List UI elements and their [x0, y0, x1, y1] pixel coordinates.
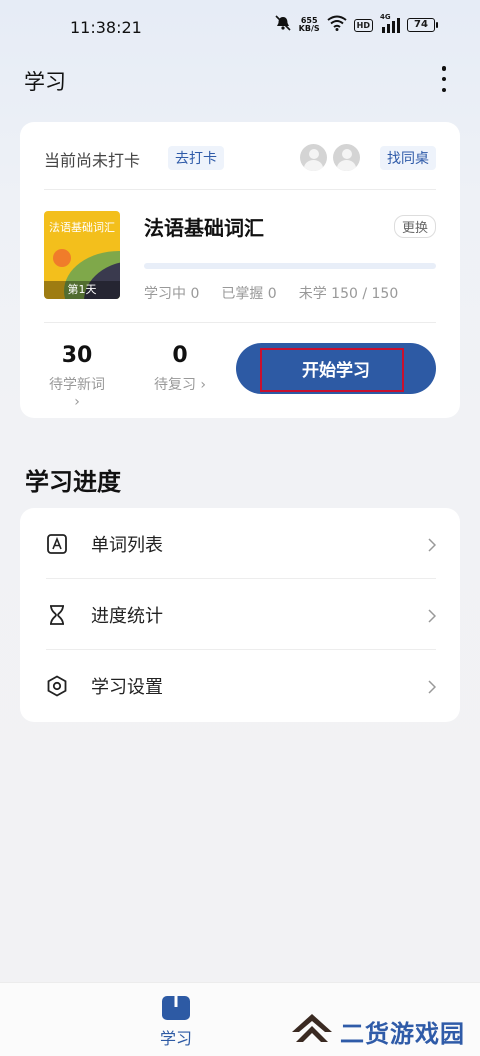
highlight-box — [260, 348, 404, 392]
status-time: 11:38:21 — [70, 18, 142, 37]
letter-a-box-icon — [46, 533, 68, 555]
watermark-text: 二货游戏园 — [340, 1019, 465, 1048]
review-count[interactable]: 0 待复习 › — [150, 342, 210, 394]
tab-study[interactable]: 学习 — [148, 995, 204, 1049]
net-speed: 655 KB/S — [299, 17, 320, 33]
book-progress-bar — [144, 263, 436, 269]
menu-item-label: 单词列表 — [91, 535, 163, 556]
progress-menu: 单词列表 进度统计 学习设置 — [20, 508, 460, 722]
stat-mastered: 已掌握 0 — [221, 286, 277, 302]
cover-title: 法语基础词汇 — [49, 221, 115, 234]
stat-unlearned: 未学 150 / 150 — [298, 286, 399, 302]
menu-item-study-settings[interactable]: 学习设置 — [20, 650, 460, 721]
chevron-right-icon — [428, 679, 437, 694]
book-cover[interactable]: 法语基础词汇 第1天 — [44, 211, 120, 299]
menu-item-word-list[interactable]: 单词列表 — [20, 508, 460, 579]
menu-item-label: 进度统计 — [91, 606, 163, 627]
wifi-icon — [327, 15, 347, 35]
chevron-right-icon — [428, 537, 437, 552]
review-value: 0 — [172, 343, 188, 368]
more-options-button[interactable] — [438, 66, 450, 92]
battery-level: 74 — [407, 18, 435, 32]
review-label: 待复习 › — [153, 377, 207, 393]
watermark-logo-icon — [290, 1012, 334, 1050]
app-header: 学习 — [0, 62, 480, 98]
status-bar: 11:38:21 655 KB/S HD 4G 74 — [0, 0, 480, 50]
hd-badge: HD — [353, 18, 373, 32]
new-words-label: 待学新词 › — [49, 377, 105, 410]
battery-icon: 74 — [407, 18, 438, 32]
checkin-button[interactable]: 去打卡 — [168, 146, 224, 170]
hexagon-settings-icon — [46, 675, 68, 697]
cover-sun — [53, 249, 71, 267]
book-stats: 学习中 0 已掌握 0 未学 150 / 150 — [144, 283, 398, 303]
divider — [44, 189, 436, 190]
deskmate-avatars[interactable] — [300, 144, 360, 171]
book-title: 法语基础词汇 — [144, 216, 264, 240]
signal-icon: 4G — [380, 13, 400, 33]
book-icon — [148, 995, 204, 1021]
watermark: 二货游戏园 — [290, 1012, 465, 1050]
hourglass-icon — [46, 604, 68, 626]
section-title: 学习进度 — [25, 468, 121, 496]
find-deskmate-button[interactable]: 找同桌 — [380, 146, 436, 170]
net-speed-unit: KB/S — [298, 24, 320, 33]
cover-day-label: 第1天 — [44, 281, 120, 299]
page-title: 学习 — [24, 70, 66, 94]
divider — [44, 322, 436, 323]
menu-item-progress-stats[interactable]: 进度统计 — [20, 579, 460, 650]
checkin-status: 当前尚未打卡 — [44, 151, 141, 170]
avatar[interactable] — [300, 144, 327, 171]
menu-item-label: 学习设置 — [91, 677, 163, 698]
mute-bell-icon — [274, 15, 292, 35]
tab-label: 学习 — [159, 1029, 192, 1048]
status-icons: 655 KB/S HD 4G 74 — [274, 13, 438, 35]
stat-learning: 学习中 0 — [144, 286, 200, 302]
avatar[interactable] — [333, 144, 360, 171]
change-book-button[interactable]: 更换 — [393, 215, 436, 238]
checkin-row: 当前尚未打卡 去打卡 找同桌 — [44, 144, 436, 172]
study-card: 当前尚未打卡 去打卡 找同桌 法语基础词汇 第1天 法语基础词汇 更换 学习中 … — [20, 122, 460, 418]
new-words-count[interactable]: 30 待学新词 › — [44, 342, 110, 410]
chevron-right-icon — [428, 608, 437, 623]
new-words-value: 30 — [61, 343, 93, 368]
